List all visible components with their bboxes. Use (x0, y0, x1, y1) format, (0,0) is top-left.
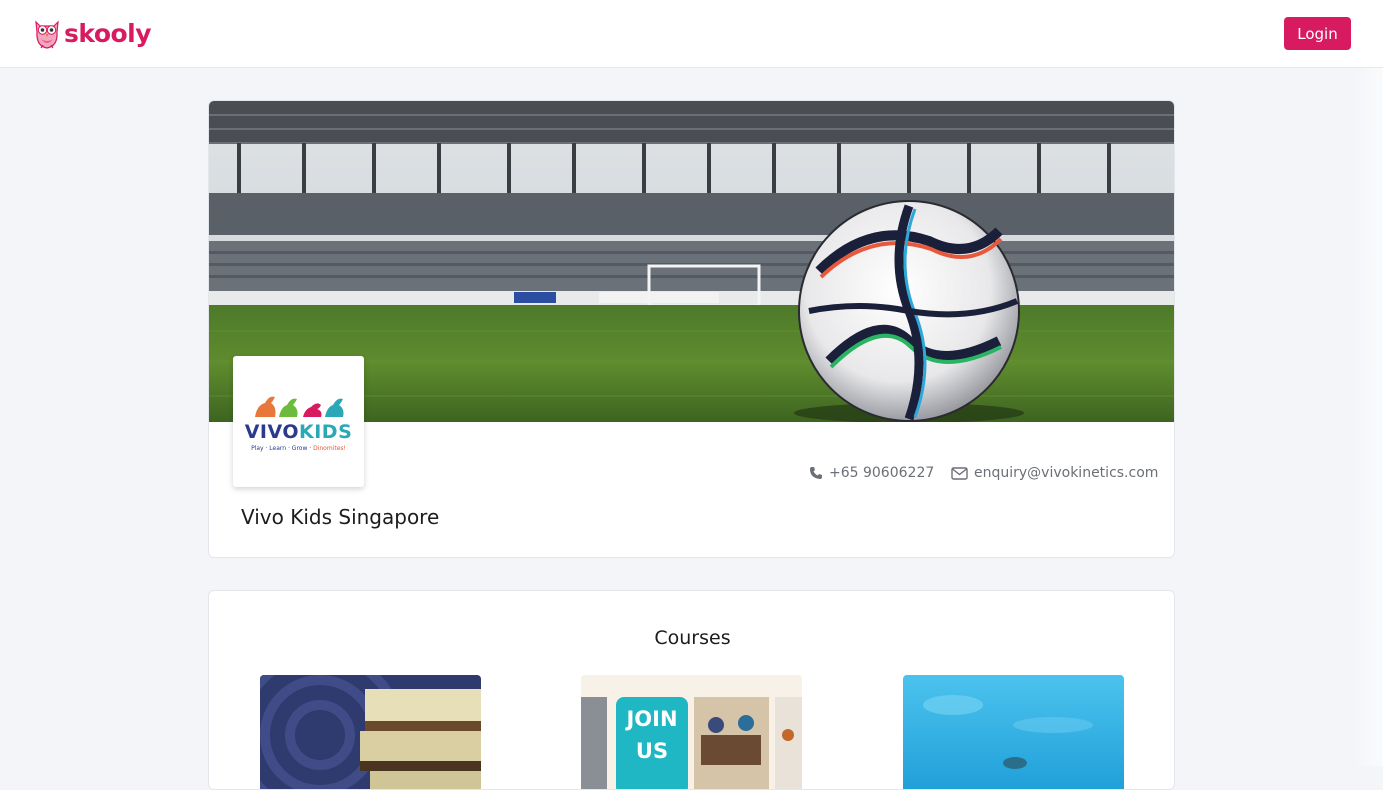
swimming-pool-thumbnail-icon (903, 675, 1124, 789)
brand-name: skooly (64, 18, 152, 48)
scrollbar-shade (1355, 68, 1383, 766)
phone-number: +65 90606227 (829, 465, 935, 481)
top-header: skooly Login (0, 0, 1383, 68)
join-us-thumbnail-icon: JOIN US (581, 675, 802, 789)
profile-card: VIVOKIDS Play · Learn · Grow · Dinomites… (208, 100, 1175, 558)
email-contact[interactable]: enquiry@vivokinetics.com (951, 465, 1158, 481)
skooly-logo[interactable]: skooly (32, 16, 152, 50)
org-name: Vivo Kids Singapore (241, 505, 440, 529)
org-logo-wordmark: VIVOKIDS (244, 421, 353, 443)
phone-contact[interactable]: +65 90606227 (809, 465, 934, 481)
org-logo: VIVOKIDS Play · Learn · Grow · Dinomites… (233, 356, 364, 487)
course-thumbnail-1[interactable] (260, 675, 481, 789)
course-thumbnail-3[interactable] (903, 675, 1124, 789)
owl-icon (35, 20, 59, 49)
svg-text:US: US (636, 739, 668, 763)
courses-title: Courses (654, 627, 731, 649)
courses-card: Courses JOIN US (208, 590, 1175, 790)
login-button[interactable]: Login (1284, 17, 1351, 50)
email-address: enquiry@vivokinetics.com (974, 465, 1159, 481)
dinosaur-icon (254, 396, 343, 417)
svg-text:JOIN: JOIN (624, 707, 677, 731)
course-thumbnail-2[interactable]: JOIN US (581, 675, 802, 789)
phone-icon (810, 467, 822, 479)
envelope-icon (951, 466, 968, 480)
org-logo-tagline: Play · Learn · Grow · Dinomites! (251, 445, 346, 452)
books-thumbnail-icon (260, 675, 481, 789)
